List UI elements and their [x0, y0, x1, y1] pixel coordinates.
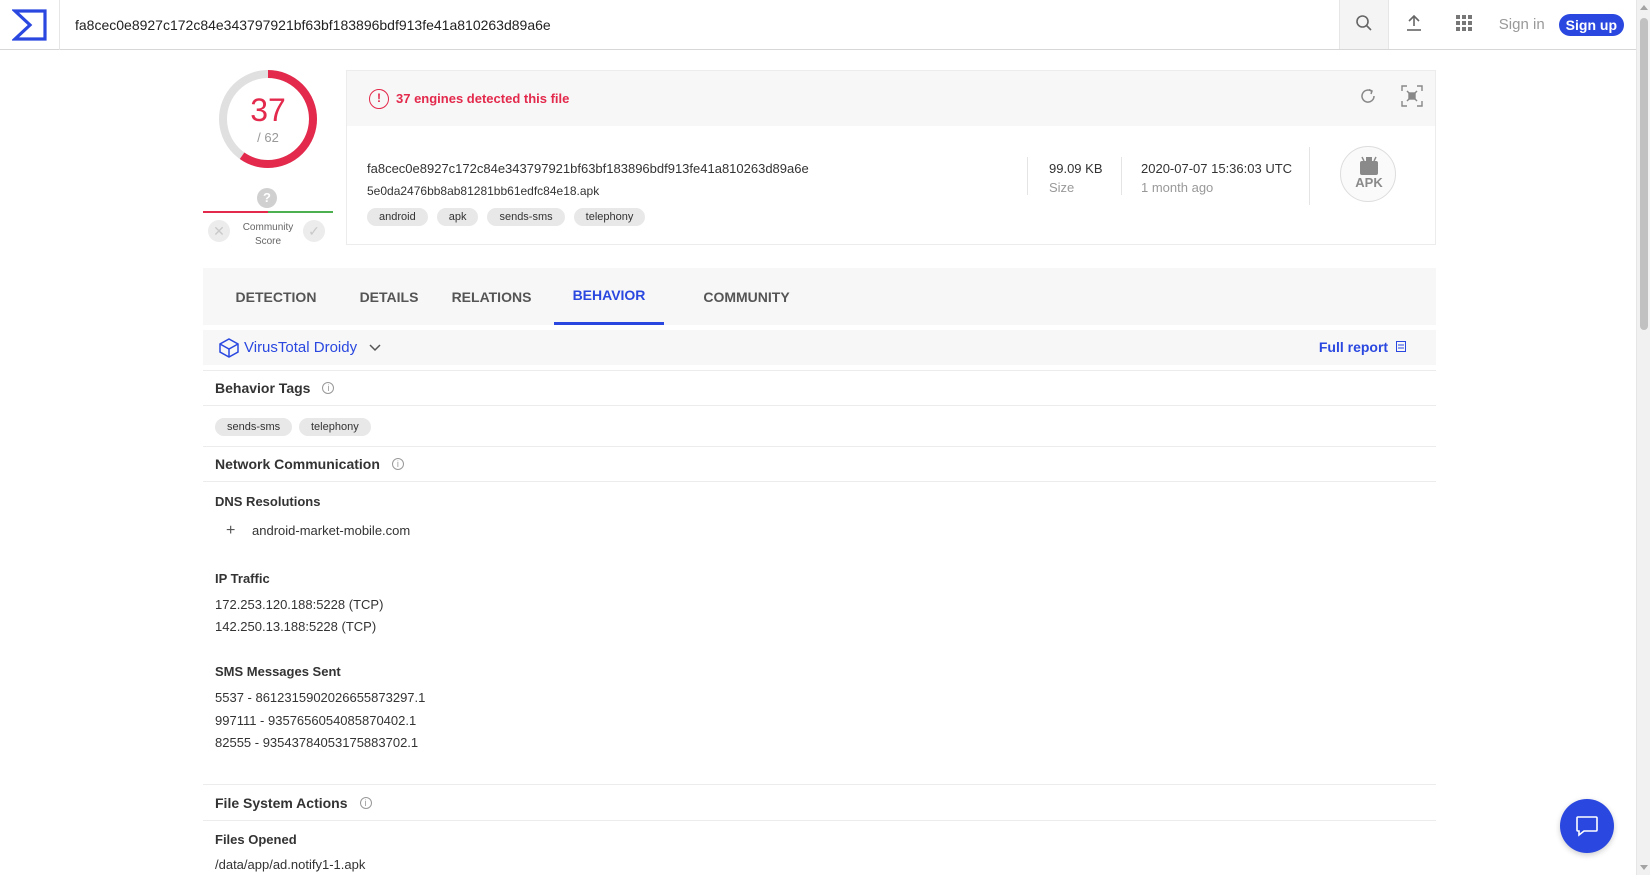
chat-button[interactable]	[1560, 799, 1614, 853]
info-icon[interactable]: i	[359, 796, 372, 809]
network-communication-header: Network Communication i	[203, 446, 1436, 482]
ip-entry: 142.250.13.188:5228 (TCP)	[215, 619, 377, 634]
detection-alert: ! 37 engines detected this file	[347, 71, 1435, 126]
divider	[1027, 157, 1028, 195]
android-icon	[1360, 156, 1378, 175]
virustotal-logo[interactable]	[0, 0, 60, 50]
file-name: 5e0da2476bb8ab81281bb61edfc84e18.apk	[367, 184, 600, 198]
file-system-actions-header: File System Actions i	[203, 784, 1436, 821]
full-report-link[interactable]: Full report	[1319, 339, 1406, 355]
apps-grid-icon	[1455, 14, 1473, 35]
file-size: 99.09 KB	[1049, 161, 1103, 176]
file-type-label: APK	[1355, 175, 1383, 190]
detections-count: 37	[250, 92, 286, 128]
file-summary-card: ! 37 engines detected this file fa8cec0e…	[346, 70, 1436, 245]
apps-button[interactable]	[1439, 0, 1489, 49]
tab-community[interactable]: COMMUNITY	[664, 268, 829, 325]
similar-icon[interactable]	[1399, 83, 1425, 109]
engines-total: / 62	[257, 130, 279, 145]
dns-entry: android-market-mobile.com	[252, 523, 411, 538]
alert-icon: !	[369, 88, 389, 109]
report-icon	[1396, 341, 1406, 352]
file-opened-entry: /data/app/ad.notify1-1.apk	[215, 857, 366, 872]
sms-entry: 82555 - 93543784053175883702.1	[215, 735, 419, 750]
dns-resolutions-title: DNS Resolutions	[215, 494, 321, 509]
sign-up-button[interactable]: Sign up	[1558, 13, 1624, 36]
sms-messages-title: SMS Messages Sent	[215, 664, 341, 679]
plus-icon[interactable]: +	[226, 522, 235, 540]
vote-harmful-button[interactable]: ✕	[208, 220, 230, 242]
search-button[interactable]	[1338, 0, 1389, 49]
tab-detection[interactable]: DETECTION	[203, 268, 349, 325]
behavior-tags-title: Behavior Tags	[215, 380, 311, 396]
divider	[1121, 157, 1122, 195]
vote-harmless-button[interactable]: ✓	[303, 220, 325, 242]
scroll-up-arrow[interactable]	[1640, 5, 1648, 10]
network-communication-title: Network Communication	[215, 456, 380, 472]
analysis-date: 2020-07-07 15:36:03 UTC	[1141, 161, 1293, 176]
top-bar: Sign in Sign up	[0, 0, 1636, 50]
page-scrollbar[interactable]	[1636, 0, 1650, 875]
info-icon[interactable]: i	[391, 458, 404, 470]
chat-icon	[1576, 816, 1598, 837]
sms-entry: 997111 - 9357656054085870402.1	[215, 713, 417, 728]
divider	[1309, 147, 1310, 205]
sms-entry: 5537 - 8612315902026655873297.1	[215, 690, 426, 705]
file-system-actions-title: File System Actions	[215, 794, 348, 811]
chevron-down-icon[interactable]	[369, 343, 381, 352]
sandbox-selector[interactable]: VirusTotal Droidy Full report	[203, 330, 1436, 365]
community-unknown-icon: ?	[257, 188, 277, 208]
sandbox-name: VirusTotal Droidy	[244, 339, 358, 356]
tag-android[interactable]: android	[367, 208, 428, 226]
files-opened-title: Files Opened	[215, 832, 297, 847]
file-type-badge: APK	[1340, 146, 1396, 202]
file-tags: android apk sends-sms telephony	[367, 208, 646, 226]
search-input[interactable]	[60, 0, 1339, 49]
behavior-tag-telephony[interactable]: telephony	[299, 418, 371, 436]
droidy-icon	[218, 337, 240, 359]
report-tabs: DETECTION DETAILS RELATIONS BEHAVIOR COM…	[203, 268, 1436, 325]
behavior-tags-header: Behavior Tags i	[203, 370, 1436, 406]
ip-traffic-title: IP Traffic	[215, 571, 270, 586]
tag-apk[interactable]: apk	[436, 208, 479, 226]
reanalyze-icon[interactable]	[1355, 83, 1381, 109]
file-hash[interactable]: fa8cec0e8927c172c84e343797921bf63bf18389…	[367, 161, 809, 176]
community-score-bar	[203, 211, 333, 213]
alert-text: 37 engines detected this file	[396, 91, 570, 106]
ip-entry: 172.253.120.188:5228 (TCP)	[215, 597, 384, 612]
tab-details[interactable]: DETAILS	[349, 268, 429, 325]
tag-sends-sms[interactable]: sends-sms	[487, 208, 565, 226]
file-size-label: Size	[1049, 180, 1075, 195]
search-icon	[1355, 14, 1373, 35]
info-icon[interactable]: i	[322, 382, 335, 394]
scroll-thumb[interactable]	[1640, 18, 1648, 330]
upload-button[interactable]	[1389, 0, 1439, 49]
sign-in-link[interactable]: Sign in	[1499, 16, 1545, 33]
tag-telephony[interactable]: telephony	[573, 208, 646, 226]
community-score-label: Community Score	[242, 222, 294, 247]
detection-score: 37 / 62 ? ✕ Community Score ✓	[203, 68, 333, 248]
upload-icon	[1405, 14, 1423, 35]
scroll-down-arrow[interactable]	[1640, 865, 1648, 870]
tab-relations[interactable]: RELATIONS	[429, 268, 554, 325]
behavior-tag-sends-sms[interactable]: sends-sms	[215, 418, 293, 436]
tab-behavior[interactable]: BEHAVIOR	[554, 268, 664, 325]
analysis-age: 1 month ago	[1141, 180, 1214, 195]
